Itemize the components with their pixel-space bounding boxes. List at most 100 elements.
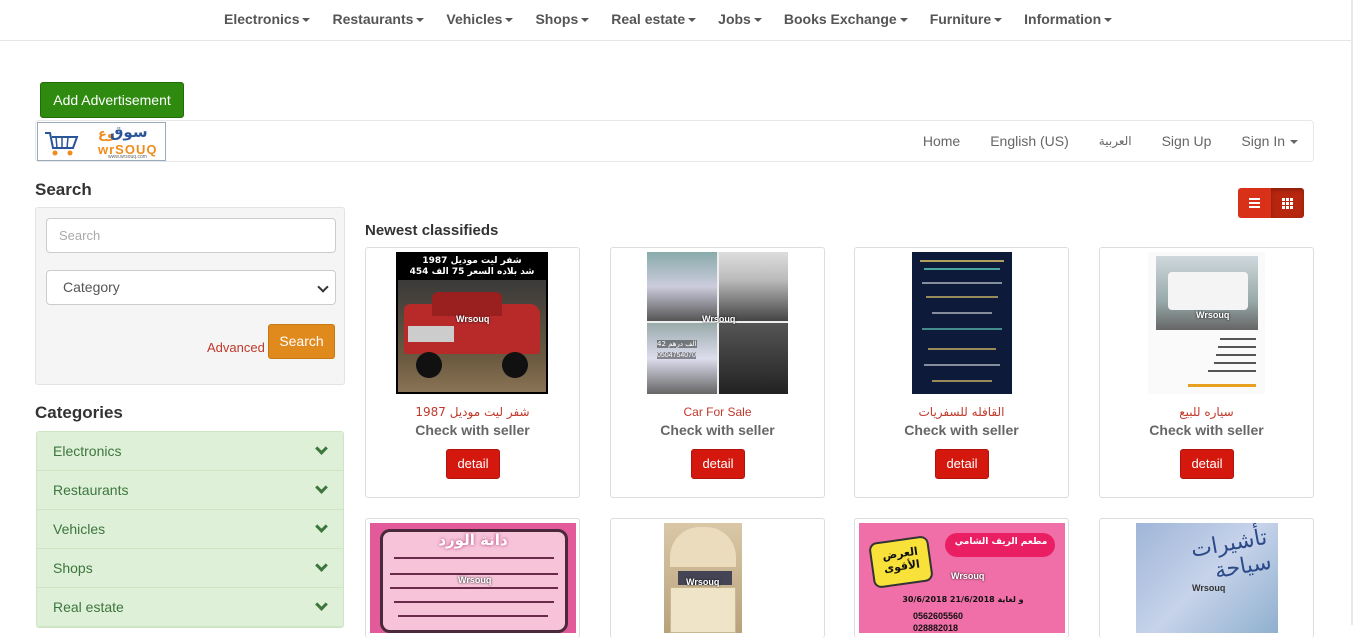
card-title[interactable]: سياره للبيع [1100, 405, 1313, 419]
car-price-overlay: 42 الف درهم [657, 340, 697, 348]
caret-down-icon [1290, 140, 1298, 145]
caret-down-icon [899, 18, 908, 23]
watermark: Wrsouq [456, 314, 490, 324]
nav-arabic[interactable]: العربية [1084, 121, 1147, 161]
top-nav-jobs[interactable]: Jobs [707, 0, 773, 40]
sign-in-label: Sign In [1241, 133, 1285, 149]
card-title[interactable]: القافله للسفريات [855, 405, 1068, 419]
logo-url: www.wrsouq.com [108, 154, 147, 160]
search-panel: Category Advanced Search [35, 207, 345, 385]
car-photo [647, 252, 717, 321]
category-shops[interactable]: Shops [37, 549, 343, 588]
detail-button[interactable]: detail [1180, 449, 1234, 479]
chevron-down-icon [315, 598, 328, 611]
category-select[interactable]: Category [46, 270, 336, 305]
advanced-search-link[interactable]: Advanced [207, 340, 265, 355]
flower-shop-image[interactable]: دانة الورد Wrsouq [370, 523, 576, 633]
card-price: Check with seller [660, 422, 775, 438]
nav-sign-up[interactable]: Sign Up [1147, 121, 1227, 161]
top-nav-vehicles[interactable]: Vehicles [435, 0, 524, 40]
restaurant-dates: 30/6/2018 و لغاية 21/6/2018 [902, 595, 1024, 604]
classified-card: Wrsouq [610, 518, 825, 638]
top-nav-label: Jobs [718, 11, 751, 27]
top-nav-label: Books Exchange [783, 11, 897, 27]
card-price: Check with seller [415, 422, 530, 438]
category-label: Real estate [53, 599, 124, 615]
category-label: Shops [53, 560, 93, 576]
list-view-button[interactable] [1238, 188, 1271, 218]
text-line [394, 601, 554, 603]
text-line [1220, 338, 1256, 340]
card-title[interactable]: شفر ليت موديل 1987 [366, 405, 579, 419]
classified-card: Wrsouq سياره للبيع Check with seller det… [1099, 247, 1314, 498]
list-icon [1249, 196, 1260, 210]
nav-sign-in[interactable]: Sign In [1226, 121, 1313, 161]
text-line [922, 328, 1002, 330]
card-price: Check with seller [904, 422, 1019, 438]
car-collage-image[interactable]: 42 الف درهم 0504754070 Wrsouq [647, 252, 788, 394]
truck-image[interactable]: شفر ليت موديل 1987 454 شد بلاده السعر 75… [396, 252, 548, 394]
dresser [670, 587, 736, 633]
categories-heading: Categories [35, 403, 123, 422]
site-nav: Home English (US) العربية Sign Up Sign I… [908, 121, 1313, 161]
text-line [394, 557, 554, 559]
text-line [398, 615, 548, 617]
caret-down-icon [994, 18, 1003, 23]
classified-card: تأشيرات سياحة Wrsouq [1099, 518, 1314, 638]
search-heading: Search [35, 180, 92, 199]
detail-button[interactable]: detail [691, 449, 745, 479]
top-nav-shops[interactable]: Shops [524, 0, 600, 40]
text-line [932, 312, 992, 314]
top-nav-label: Furniture [929, 11, 992, 27]
top-nav-label: Shops [535, 11, 579, 27]
visa-image[interactable]: تأشيرات سياحة Wrsouq [1136, 523, 1278, 633]
watermark: Wrsouq [1196, 310, 1230, 320]
truck-cab [432, 292, 502, 316]
chevron-down-icon [317, 281, 329, 293]
grid-view-button[interactable] [1271, 188, 1304, 218]
category-vehicles[interactable]: Vehicles [37, 510, 343, 549]
search-button[interactable]: Search [268, 324, 335, 359]
suv-image[interactable]: Wrsouq [1148, 252, 1265, 394]
top-nav-furniture[interactable]: Furniture [919, 0, 1013, 40]
caret-down-icon [581, 18, 590, 23]
category-restaurants[interactable]: Restaurants [37, 471, 343, 510]
card-price: Check with seller [1149, 422, 1264, 438]
classified-card: العرض الأقوى مطعم الريف الشامي Wrsouq 30… [854, 518, 1069, 638]
detail-button[interactable]: detail [446, 449, 500, 479]
furniture-image[interactable]: Wrsouq [664, 523, 742, 633]
classified-card: القافله للسفريات Check with seller detai… [854, 247, 1069, 498]
classified-card: دانة الورد Wrsouq [365, 518, 580, 638]
top-nav-real-estate[interactable]: Real estate [600, 0, 707, 40]
text-line [922, 282, 1002, 284]
travel-offer-image[interactable] [912, 252, 1012, 394]
newest-classifieds-heading: Newest classifieds [365, 222, 499, 239]
top-nav-books-exchange[interactable]: Books Exchange [773, 0, 919, 40]
text-line [924, 268, 1000, 270]
top-nav-information[interactable]: Information [1013, 0, 1123, 40]
site-logo[interactable]: وع سوق wrSOUQ www.wrsouq.com [37, 122, 166, 161]
mirror-frame [670, 527, 736, 567]
chevron-down-icon [315, 442, 328, 455]
top-nav-label: Electronics [224, 11, 300, 27]
categories-list: Electronics Restaurants Vehicles Shops R… [36, 431, 344, 628]
category-electronics[interactable]: Electronics [37, 432, 343, 471]
add-advertisement-button[interactable]: Add Advertisement [40, 82, 184, 118]
top-nav-restaurants[interactable]: Restaurants [321, 0, 435, 40]
top-category-nav: Electronics Restaurants Vehicles Shops R… [213, 0, 1123, 40]
text-line [932, 380, 992, 382]
category-label: Vehicles [53, 521, 106, 537]
classified-card: شفر ليت موديل 1987 454 شد بلاده السعر 75… [365, 247, 580, 498]
restaurant-offer-image[interactable]: العرض الأقوى مطعم الريف الشامي Wrsouq 30… [859, 523, 1065, 633]
card-title[interactable]: Car For Sale [611, 405, 824, 419]
category-real-estate[interactable]: Real estate [37, 588, 343, 627]
classified-card: 42 الف درهم 0504754070 Wrsouq Car For Sa… [610, 247, 825, 498]
top-nav-label: Real estate [611, 11, 686, 27]
watermark: Wrsouq [458, 575, 492, 585]
top-nav-electronics[interactable]: Electronics [213, 0, 321, 40]
nav-english[interactable]: English (US) [975, 121, 1084, 161]
detail-button[interactable]: detail [935, 449, 989, 479]
nav-home[interactable]: Home [908, 121, 975, 161]
text-line [1216, 354, 1256, 356]
search-input[interactable] [46, 218, 336, 253]
